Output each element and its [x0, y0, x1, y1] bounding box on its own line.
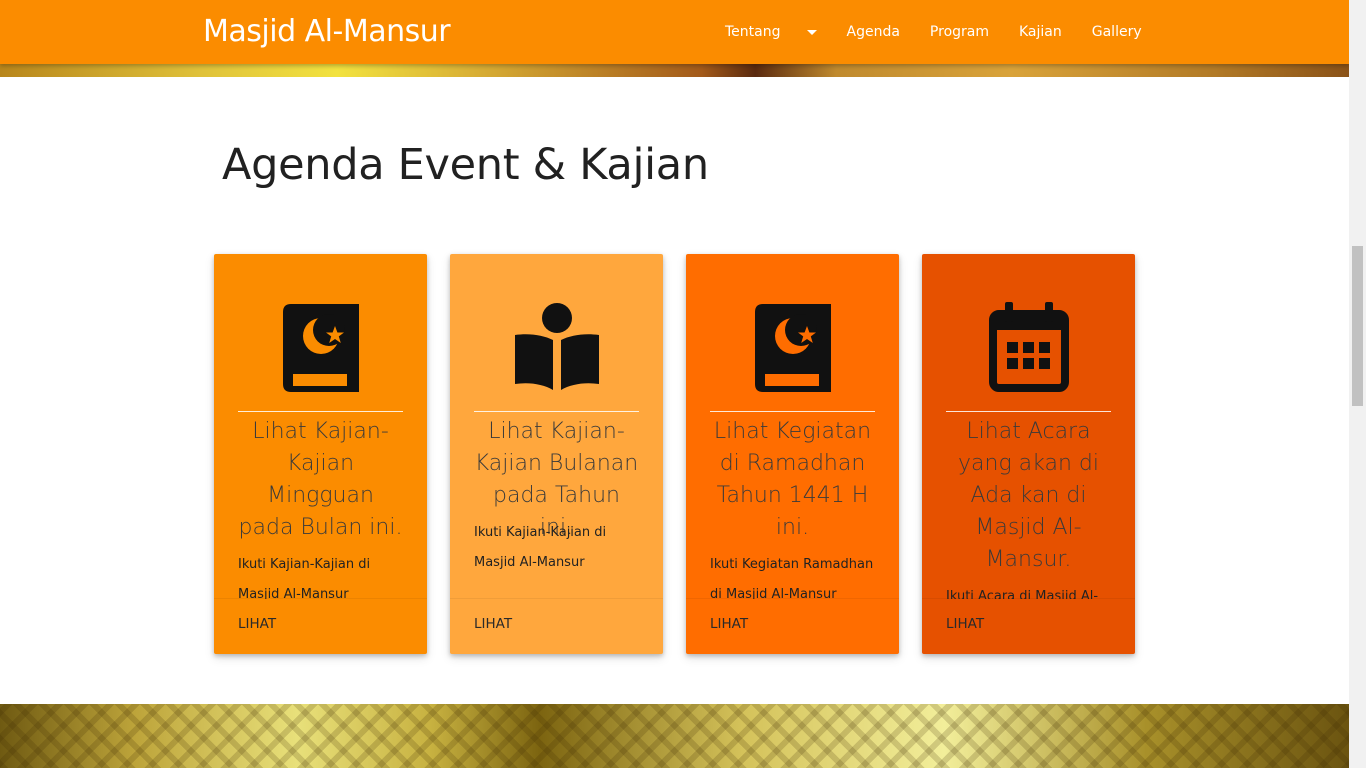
nav-link-kajian[interactable]: Kajian — [1004, 0, 1077, 64]
card-title: Lihat Kajian-Kajian Mingguan pada Bulan … — [238, 419, 403, 540]
card-description: Ikuti Acara di Masjid Al-Mansur — [946, 589, 1099, 599]
card-description-wrap: Ikuti Kajian-Kajian di Masjid Al-Mansur — [238, 550, 407, 599]
brand-logo[interactable]: Masjid Al-Mansur — [203, 13, 451, 51]
book-reader-icon — [450, 302, 663, 394]
nav-link-gallery[interactable]: Gallery — [1077, 0, 1157, 64]
nav-link-program[interactable]: Program — [915, 0, 1004, 64]
lihat-link[interactable]: LIHAT — [946, 616, 984, 632]
card-description-wrap: Ikuti Kajian-Kajian di Masjid Al-Mansur — [474, 518, 643, 586]
card-description-wrap: Ikuti Acara di Masjid Al-Mansur — [946, 582, 1115, 599]
lihat-link[interactable]: LIHAT — [710, 616, 748, 632]
card-description: Ikuti Kajian-Kajian di Masjid Al-Mansur — [238, 557, 371, 599]
card-divider — [238, 411, 403, 412]
card-action: LIHAT — [214, 598, 427, 654]
nav-link-tentang-label: Tentang — [725, 24, 781, 40]
agenda-card-ramadhan: Lihat Kegiatan di Ramadhan Tahun 1441 H … — [686, 254, 899, 654]
quran-icon — [686, 302, 899, 394]
background-pattern-strip — [0, 704, 1349, 768]
card-description: Ikuti Kajian-Kajian di Masjid Al-Mansur — [474, 525, 607, 570]
agenda-card-monthly: Lihat Kajian-Kajian Bulanan pada Tahun i… — [450, 254, 663, 654]
scrollbar-thumb[interactable] — [1352, 246, 1363, 406]
agenda-card-events: Lihat Acara yang akan di Ada kan di Masj… — [922, 254, 1135, 654]
calendar-icon — [922, 302, 1135, 394]
card-action: LIHAT — [922, 598, 1135, 654]
nav-menu: Tentang Agenda Program Kajian Gallery — [710, 0, 1157, 64]
section-title: Agenda Event & Kajian — [222, 140, 709, 190]
navbar: Masjid Al-Mansur Tentang Agenda Program … — [0, 0, 1349, 64]
nav-link-agenda[interactable]: Agenda — [832, 0, 915, 64]
lihat-link[interactable]: LIHAT — [474, 616, 512, 632]
card-description-wrap: Ikuti Kegiatan Ramadhan di Masjid Al-Man… — [710, 550, 879, 599]
card-title: Lihat Acara yang akan di Ada kan di Masj… — [958, 419, 1099, 572]
lihat-link[interactable]: LIHAT — [238, 616, 276, 632]
card-action: LIHAT — [450, 598, 663, 654]
card-divider — [474, 411, 639, 412]
card-divider — [710, 411, 875, 412]
card-title: Lihat Kegiatan di Ramadhan Tahun 1441 H … — [713, 419, 872, 540]
card-divider — [946, 411, 1111, 412]
card-action: LIHAT — [686, 598, 899, 654]
caret-down-icon — [806, 29, 817, 35]
quran-icon — [214, 302, 427, 394]
agenda-card-weekly: Lihat Kajian-Kajian Mingguan pada Bulan … — [214, 254, 427, 654]
card-description: Ikuti Kegiatan Ramadhan di Masjid Al-Man… — [710, 557, 874, 599]
nav-link-tentang[interactable]: Tentang — [710, 0, 832, 64]
